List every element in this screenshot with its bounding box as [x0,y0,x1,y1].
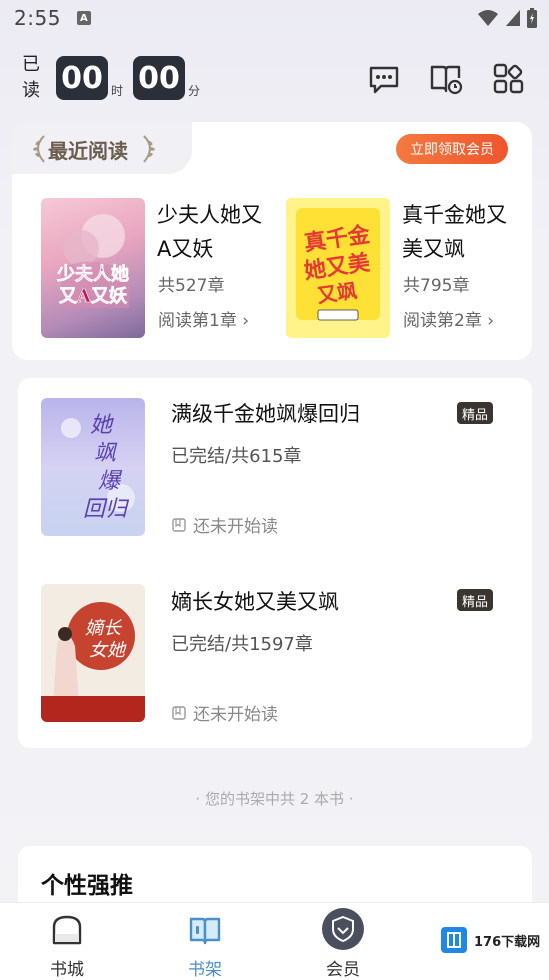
signal-icon [506,10,520,26]
svg-text:她: 她 [90,413,114,438]
recent-book-chapters: 共795章 [403,276,470,296]
status-bar: 2:55 A [0,0,549,36]
shelf-book-cover[interactable]: 嫡长 女她 [41,584,145,722]
recent-book-progress[interactable]: 阅读第2章 › [403,306,494,331]
recent-book-title[interactable]: 真千金她又美又飒 [402,198,512,266]
hours-counter: 00 [56,56,108,100]
shelf-book-cover[interactable]: 她 飒 爆 回归 [41,398,145,536]
tab-label: 会员 [326,960,360,980]
premium-badge: 精品 [457,402,493,424]
cover-art-yellow: 真千金 她又美 又飒 [286,198,390,338]
recent-book-cover[interactable]: 少夫人她 又A又妖 [41,198,145,338]
book-outline-icon [172,705,186,720]
recent-book-cover[interactable]: 真千金 她又美 又飒 [286,198,390,338]
minutes-unit: 分 [188,84,201,98]
minutes-counter: 00 [133,56,185,100]
svg-text:又A又妖: 又A又妖 [58,285,127,307]
progress-text: 还未开始读 [193,517,278,537]
book-outline-icon [172,517,186,532]
shelf-count-text: · 您的书架中共 2 本书 · [195,790,354,808]
cover-art-purple: 她 飒 爆 回归 [61,413,135,522]
vip-shield-icon [322,908,364,950]
message-icon[interactable] [367,62,401,96]
reading-time-header: 已读 00 时 00 分 [0,48,549,110]
notification-icon: A [76,11,91,25]
shelf-book-progress: 还未开始读 [171,700,278,725]
bookstore-icon [52,915,82,945]
tab-bookshelf[interactable]: 书架 [155,903,255,980]
svg-text:嫡长: 嫡长 [85,618,123,639]
watermark-cube-icon [441,927,467,953]
svg-text:飒: 飒 [94,441,118,466]
premium-badge: 精品 [457,589,493,611]
watermark-logo: 176下载网 [438,924,540,956]
tab-bookstore[interactable]: 书城 [17,903,117,980]
shelf-book-title[interactable]: 满级千金她飒爆回归 [171,398,360,428]
reading-history-icon[interactable] [429,62,463,96]
hours-unit: 时 [111,84,124,98]
cover-art-red: 嫡长 女她 [41,584,145,722]
status-time: 2:55 [14,6,61,30]
status-indicators [477,8,537,28]
recommend-title: 个性强推 [41,873,133,899]
shelf-book-status: 已完结/共1597章 [171,634,313,655]
bookshelf-icon [189,917,221,945]
laurel-right-icon [143,135,155,163]
cover-art-romance: 少夫人她 又A又妖 [56,214,129,308]
svg-text:回归: 回归 [83,497,130,522]
shelf-book-progress: 还未开始读 [171,512,278,537]
recent-book-progress[interactable]: 阅读第1章 › [158,306,249,331]
claim-vip-button[interactable]: 立即领取会员 [396,134,508,164]
grid-menu-icon[interactable] [492,62,526,96]
progress-text: 还未开始读 [193,705,278,725]
wifi-icon [478,10,498,26]
tab-vip[interactable]: 会员 [293,903,393,980]
recent-reading-title: 最近阅读 [48,139,128,163]
svg-text:爆: 爆 [98,469,123,494]
shelf-book-title[interactable]: 嫡长女她又美又飒 [171,586,339,616]
battery-icon [527,8,537,28]
tab-label: 书架 [188,960,222,980]
watermark-text: 176下载网 [474,934,541,950]
svg-text:女她: 女她 [89,640,127,661]
recent-book-title[interactable]: 少夫人她又A又妖 [157,198,267,266]
svg-text:少夫人她: 少夫人她 [56,263,129,285]
read-time-label: 已读 [22,54,40,101]
laurel-left-icon [33,135,45,163]
recent-book-chapters: 共527章 [158,276,225,296]
shelf-book-status: 已完结/共615章 [171,446,302,467]
tab-label: 书城 [50,960,84,980]
